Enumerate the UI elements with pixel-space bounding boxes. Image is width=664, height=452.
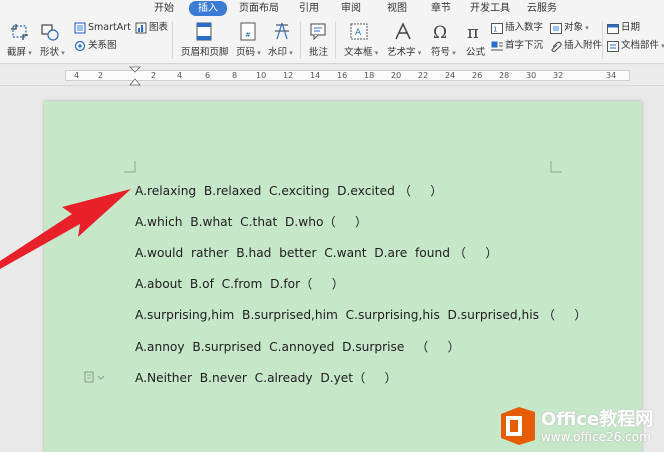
ruler-mark: 2 [98,71,104,80]
ruler-mark: 8 [232,71,238,80]
svg-text:1: 1 [493,26,497,34]
margin-corner-mark [550,161,562,173]
pi-formula-icon[interactable]: π [466,22,484,41]
ruler-mark: 28 [499,71,510,80]
ruler-mark: 18 [364,71,375,80]
shapes-button[interactable]: 形状 ▾ [40,47,65,59]
paragraph-layout-icon[interactable] [84,371,106,383]
ruler-mark: 10 [256,71,267,80]
office-logo-icon [501,407,535,445]
svg-text:Ω: Ω [433,23,447,41]
ruler-mark: 26 [472,71,483,80]
tab-references[interactable]: 引用 [296,1,322,16]
page-number-button[interactable]: 页码 ▾ [236,47,261,59]
tab-cloud[interactable]: 云服务 [524,1,560,16]
ruler-mark: 24 [445,71,456,80]
svg-text:#: # [245,31,251,39]
ruler-mark: 20 [391,71,402,80]
relation-diagram-button[interactable]: 关系图 [88,40,117,52]
relation-diagram-icon[interactable] [74,40,86,52]
watermark-icon[interactable] [273,22,291,41]
menu-tab-bar: 开始 插入 页面布局 引用 审阅 视图 章节 开发工具 云服务 [0,0,664,17]
symbol-button[interactable]: 符号 ▾ [431,47,456,59]
ruler-mark: 22 [418,71,429,80]
ruler-mark: 16 [337,71,348,80]
page-number-icon[interactable]: # [240,22,256,41]
question-options-line[interactable]: A.about B.of C.from D.for（ ） [135,276,344,292]
tab-review[interactable]: 审阅 [338,1,364,16]
tab-view[interactable]: 视图 [384,1,410,16]
tab-developer[interactable]: 开发工具 [467,1,513,16]
tab-page-layout[interactable]: 页面布局 [237,1,281,16]
textbox-icon[interactable]: A [350,22,368,41]
screenshot-icon[interactable] [10,23,30,41]
wordart-button[interactable]: 艺术字 ▾ [387,47,421,59]
watermark-button[interactable]: 水印 ▾ [268,47,293,59]
ruler-strip [65,70,630,81]
tab-insert[interactable]: 插入 [189,1,227,16]
smartart-button[interactable]: SmartArt [88,22,131,34]
comment-icon[interactable] [309,22,327,41]
question-options-line[interactable]: A.surprising,him B.surprised,him C.surpr… [135,307,587,323]
question-options-line[interactable]: A.which B.what C.that D.who（ ） [135,214,367,230]
header-footer-button[interactable]: 页眉和页脚 [181,47,229,59]
dropcap-button[interactable]: 首字下沉 [505,40,543,52]
watermark-url: www.office26.com [541,430,651,444]
horizontal-ruler[interactable]: 4 2 2 4 6 8 10 12 14 16 18 20 22 24 26 2… [0,65,664,86]
wordart-icon[interactable] [394,22,412,41]
watermark-brand: Office教程网 [541,409,654,430]
object-icon[interactable] [550,23,562,34]
ruler-mark: 6 [205,71,211,80]
office26-watermark: Office教程网 www.office26.com [497,403,664,452]
ribbon-toolbar: 截屏 ▾ 形状 ▾ SmartArt 图表 关系图 页眉和页脚 # 页码 ▾ 水… [0,17,664,64]
formula-button[interactable]: 公式 [466,47,485,59]
ruler-mark: 34 [606,71,617,80]
ruler-mark: 4 [74,71,80,80]
question-options-line[interactable]: A.annoy B.surprised C.annoyed D.surprise… [135,339,460,355]
dropcap-icon[interactable] [491,41,503,52]
ruler-mark: 2 [151,71,157,80]
smartart-icon[interactable] [74,22,86,34]
ruler-mark: 32 [553,71,564,80]
indent-marker-icon[interactable] [129,66,141,86]
screenshot-button[interactable]: 截屏 ▾ [7,47,32,59]
svg-text:A: A [355,28,362,38]
document-parts-icon[interactable] [607,41,619,52]
paperclip-icon[interactable] [550,41,562,52]
date-button[interactable]: 日期 [621,22,640,34]
question-options-line[interactable]: A.would rather B.had better C.want D.are… [135,245,498,261]
svg-text:π: π [467,22,479,41]
insert-number-icon[interactable]: 1 [491,23,503,34]
omega-symbol-icon[interactable]: Ω [432,22,450,41]
ruler-mark: 4 [177,71,183,80]
tab-section[interactable]: 章节 [428,1,454,16]
chart-icon[interactable] [135,22,147,34]
red-arrow-annotation [0,189,131,269]
shapes-icon[interactable] [40,23,60,41]
textbox-button[interactable]: 文本框 ▾ [344,47,378,59]
margin-corner-mark [124,161,136,173]
document-parts-button[interactable]: 文档部件 ▾ [621,40,664,52]
comment-button[interactable]: 批注 [309,47,328,59]
chart-button[interactable]: 图表 [149,22,168,34]
ruler-mark: 12 [283,71,294,80]
ruler-mark: 30 [526,71,537,80]
header-footer-icon[interactable] [196,22,212,41]
object-button[interactable]: 对象 ▾ [564,22,589,34]
wps-writer-window: 开始 插入 页面布局 引用 审阅 视图 章节 开发工具 云服务 截屏 ▾ 形状 … [0,0,664,452]
calendar-icon[interactable] [607,23,619,34]
ruler-mark: 14 [310,71,321,80]
tab-home[interactable]: 开始 [151,1,177,16]
insert-attachment-button[interactable]: 插入附件 [564,40,602,52]
insert-number-button[interactable]: 插入数字 [505,22,543,34]
question-options-line[interactable]: A.relaxing B.relaxed C.exciting D.excite… [135,183,442,199]
question-options-line[interactable]: A.Neither B.never C.already D.yet（ ） [135,370,397,386]
